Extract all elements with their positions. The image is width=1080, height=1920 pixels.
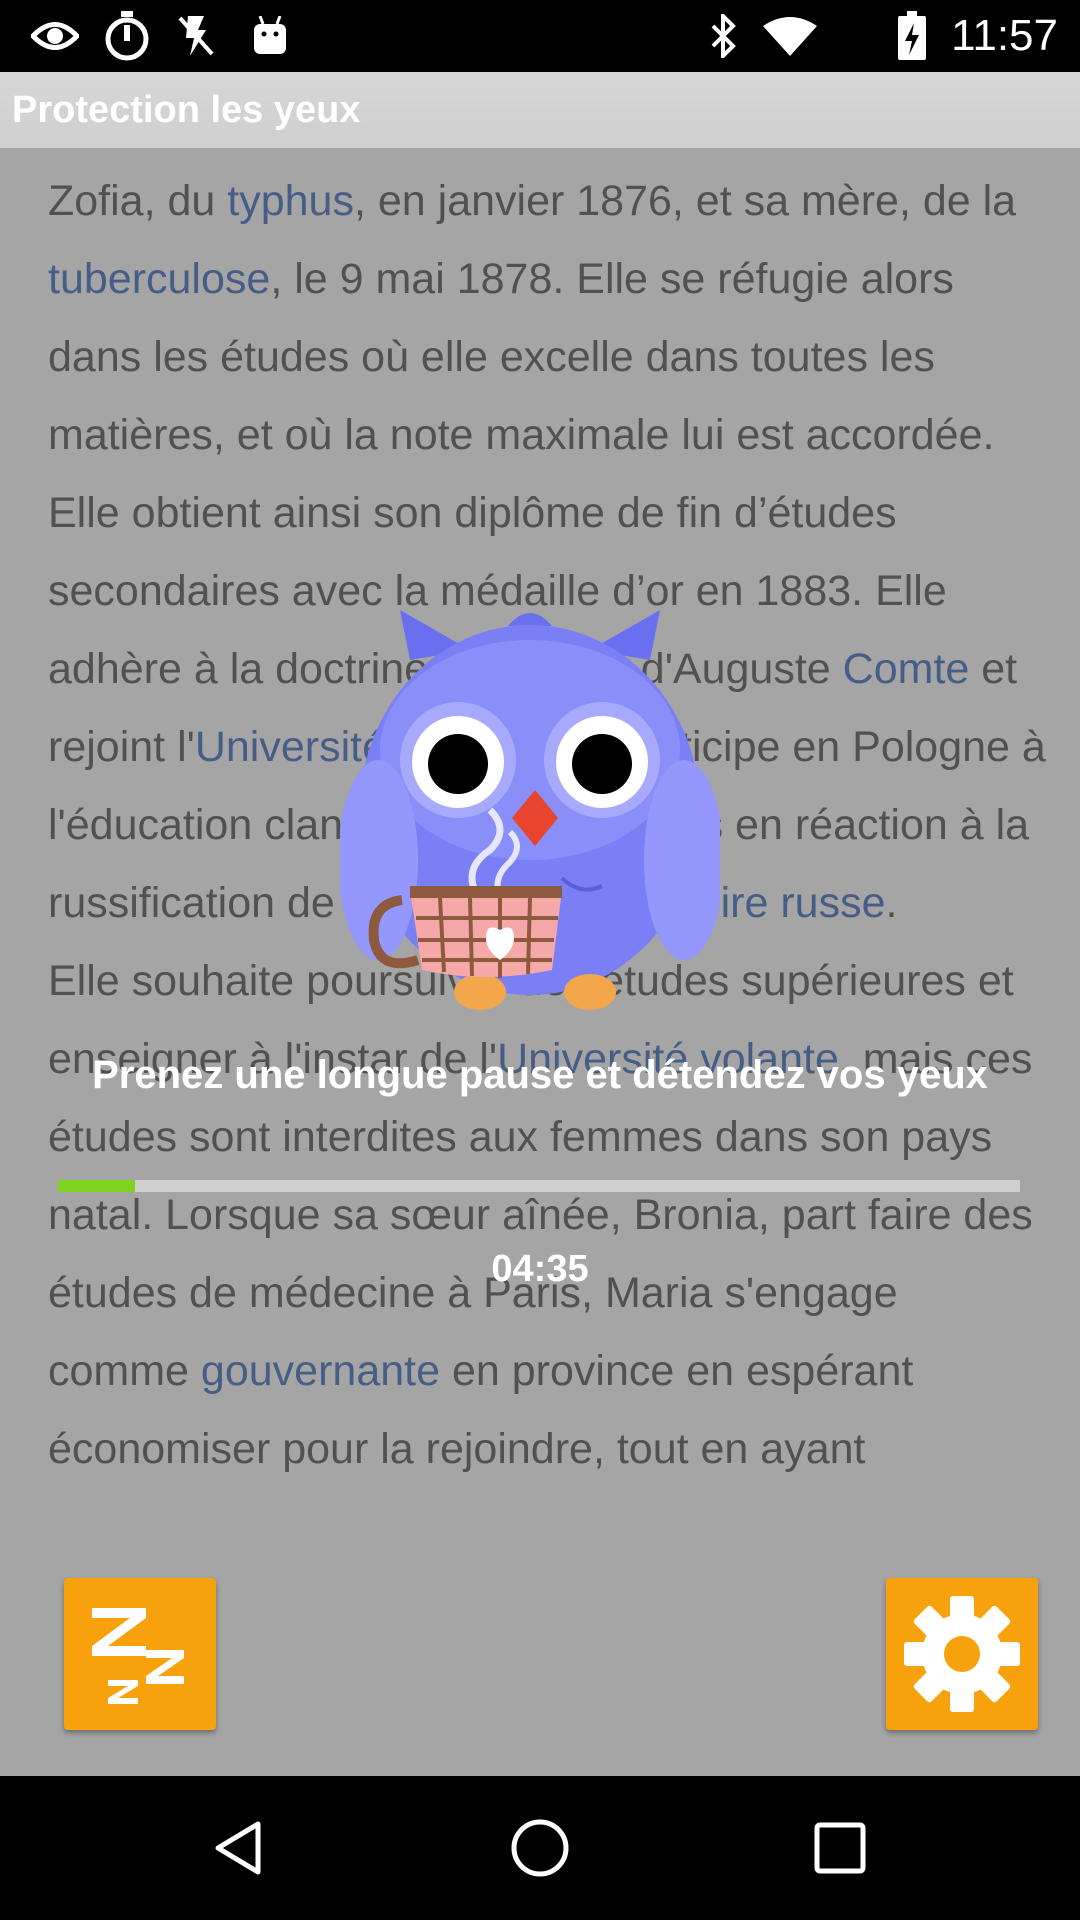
wifi-icon [760,0,820,72]
zzz-icon [92,1608,184,1704]
home-icon [511,1819,569,1877]
recents-button[interactable] [760,1776,920,1920]
app-title-bar: Protection les yeux [0,72,1080,148]
android-icon [246,0,294,72]
gear-icon [904,1596,1020,1712]
home-button[interactable] [460,1776,620,1920]
break-progress-fill [58,1180,135,1192]
owl-with-coffee-illustration [338,600,724,1020]
snooze-button[interactable] [64,1578,216,1730]
flash-off-icon [172,0,220,72]
system-nav-bar [0,1776,1080,1920]
back-icon [215,1821,261,1875]
status-bar: 11:57 [0,0,1080,72]
clock-time: 11:57 [951,11,1058,60]
eye-icon [28,0,82,72]
bluetooth-icon [702,0,746,72]
battery-charging-icon [894,0,930,72]
timer-icon [100,0,154,72]
app-title: Protection les yeux [12,89,361,131]
recents-icon [814,1822,866,1874]
break-progress-bar [58,1180,1020,1192]
settings-button[interactable] [886,1578,1038,1730]
break-message: Prenez une longue pause et détendez vos … [92,1053,988,1097]
break-countdown-timer: 04:35 [491,1248,589,1290]
back-button[interactable] [160,1776,320,1920]
